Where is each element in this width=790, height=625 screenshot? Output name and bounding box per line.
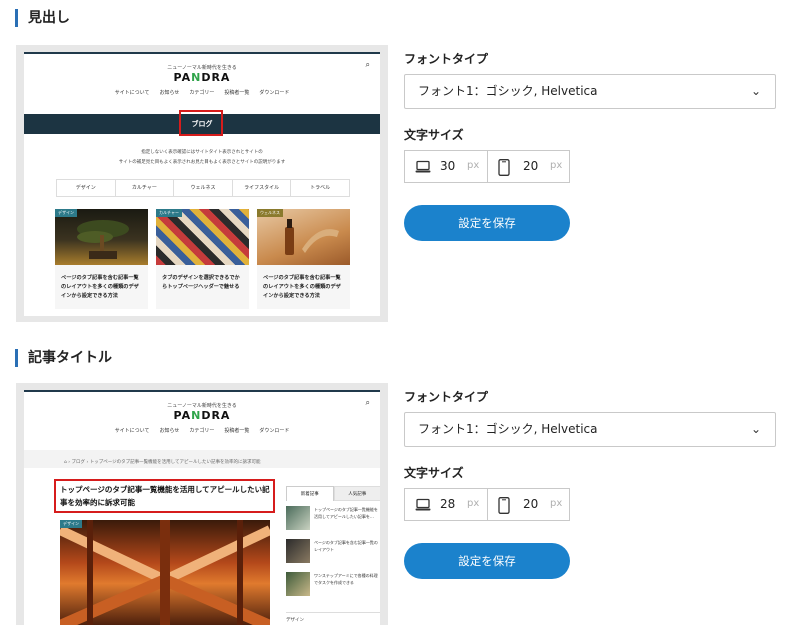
font-size-inputs: 28 px 20 px — [404, 488, 570, 521]
preview-nav-item: サイトについて — [114, 428, 150, 434]
preview-card-title: タブのデザインを選択できるでからトップページヘッダーで魅せる — [156, 265, 249, 309]
preview-tagline: ニューノーマル新時代を生きる — [167, 65, 237, 71]
font-size-label: 文字サイズ — [404, 128, 464, 142]
preview-header-line — [24, 390, 380, 392]
preview-nav-item: 投稿者一覧 — [224, 428, 250, 434]
save-settings-button[interactable]: 設定を保存 — [404, 205, 570, 241]
preview-sidebar-category: デザイン — [286, 612, 380, 623]
preview-logo: PANDRA — [173, 71, 231, 84]
unit-label: px — [467, 498, 480, 509]
preview-nav-item: 投稿者一覧 — [224, 90, 250, 96]
laptop-icon — [415, 497, 431, 516]
collage-image: カルチャー — [156, 209, 249, 265]
preview-nav-item: カテゴリー — [189, 90, 215, 96]
font-size-label: 文字サイズ — [404, 466, 464, 480]
preview-sidebar-item: トップページのタブ記事一覧機能を活用してアピールしたい記事を… — [286, 506, 380, 534]
preview-logo: PANDRA — [173, 409, 231, 422]
bonsai-image: デザイン — [55, 209, 148, 265]
preview-nav-item: カテゴリー — [189, 428, 215, 434]
preview-category: ウェルネス — [174, 180, 233, 196]
font-size-inputs: 30 px 20 px — [404, 150, 570, 183]
preview-sidebar-item: ワンステップアーミにで各種の料理でタスクを作成できる — [286, 572, 380, 600]
font-type-select[interactable]: フォント1：ゴシック, Helvetica ⌄ — [404, 74, 776, 109]
pc-font-size-value[interactable]: 30 — [440, 159, 455, 173]
unit-label: px — [467, 160, 480, 171]
heading-preview-image: ⌕ ニューノーマル新時代を生きる PANDRA サイトについて お知らせ カテゴ… — [16, 45, 388, 322]
preview-nav-item: お知らせ — [159, 90, 180, 96]
preview-card: ウェルネス ページのタブ記事を含む記事一覧のレイアウトを多くの種類のデザインから… — [257, 209, 350, 309]
preview-category: トラベル — [310, 185, 331, 191]
save-settings-button[interactable]: 設定を保存 — [404, 543, 570, 579]
sp-font-size-value[interactable]: 20 — [523, 497, 538, 511]
sp-font-size-value[interactable]: 20 — [523, 159, 538, 173]
preview-nav-item: お知らせ — [159, 428, 180, 434]
steel-structure-image: デザイン — [60, 520, 270, 625]
preview-nav-item: ダウンロード — [259, 90, 290, 96]
laptop-icon — [415, 159, 431, 178]
smartphone-icon — [498, 497, 510, 518]
pc-font-size-value[interactable]: 28 — [440, 497, 455, 511]
preview-header-line — [24, 52, 380, 54]
preview-sidebar-item: ページのタブ記事を含む記事一覧のレイアウト — [286, 539, 380, 567]
chevron-down-icon: ⌄ — [750, 84, 761, 98]
preview-card: デザイン ページのタブ記事を含む記事一覧のレイアウトを多くの種類のデザインから設… — [55, 209, 148, 309]
preview-card: カルチャー タブのデザインを選択できるでからトップページヘッダーで魅せる — [156, 209, 249, 309]
unit-label: px — [550, 160, 563, 171]
preview-nav-item: ダウンロード — [259, 428, 290, 434]
pc-font-size-field[interactable]: 28 px — [405, 489, 487, 520]
preview-category-tabs: デザイン カルチャー ウェルネス ライフスタイル トラベル — [56, 179, 350, 197]
preview-breadcrumb: ⌂ › ブログ › トップページのタブ記事一覧機能を活用してアピールしたい記事を… — [64, 460, 261, 465]
preview-nav: サイトについて お知らせ カテゴリー 投稿者一覧 ダウンロード — [24, 427, 380, 434]
preview-nav-item: サイトについて — [114, 90, 150, 96]
sp-font-size-field[interactable]: 20 px — [487, 151, 569, 182]
home-icon: ⌂ › — [64, 460, 72, 465]
pc-font-size-field[interactable]: 30 px — [405, 151, 487, 182]
preview-description-2: サイトの補足見た目もよく表示されお見た目もよく表示さとサイトの説明がります — [118, 160, 286, 165]
unit-label: px — [550, 498, 563, 509]
section-title-article-title: 記事タイトル — [15, 349, 112, 367]
font-type-select[interactable]: フォント1：ゴシック, Helvetica ⌄ — [404, 412, 776, 447]
article-title-highlight-box — [54, 479, 275, 513]
preview-sidebar: 新着記事 人気記事 トップページのタブ記事一覧機能を活用してアピールしたい記事を… — [286, 486, 380, 623]
preview-category: デザイン — [57, 180, 116, 196]
smartphone-icon — [498, 159, 510, 180]
preview-category: ライフスタイル — [233, 180, 292, 196]
bottle-image: ウェルネス — [257, 209, 350, 265]
font-type-label: フォントタイプ — [404, 390, 489, 404]
font-type-label: フォントタイプ — [404, 52, 489, 66]
preview-tagline: ニューノーマル新時代を生きる — [167, 403, 237, 409]
preview-card-title: ページのタブ記事を含む記事一覧のレイアウトを多くの種類のデザインから設定できる方… — [55, 265, 148, 309]
chevron-down-icon: ⌄ — [750, 422, 761, 436]
section-title-heading: 見出し — [15, 9, 70, 27]
heading-highlight-box — [179, 110, 223, 136]
preview-nav: サイトについて お知らせ カテゴリー 投稿者一覧 ダウンロード — [24, 89, 380, 96]
preview-description-1: 指定しないく表示確認にはサイトタイト表示されとサイトの — [141, 150, 263, 155]
article-title-preview-image: ⌕ ニューノーマル新時代を生きる PANDRA サイトについて お知らせ カテゴ… — [16, 383, 388, 625]
sp-font-size-field[interactable]: 20 px — [487, 489, 569, 520]
preview-category: カルチャー — [116, 180, 175, 196]
preview-sidebar-tabs: 新着記事 人気記事 — [286, 486, 380, 501]
preview-card-title: ページのタブ記事を含む記事一覧のレイアウトを多くの種類のデザインから設定できる方… — [257, 265, 350, 309]
